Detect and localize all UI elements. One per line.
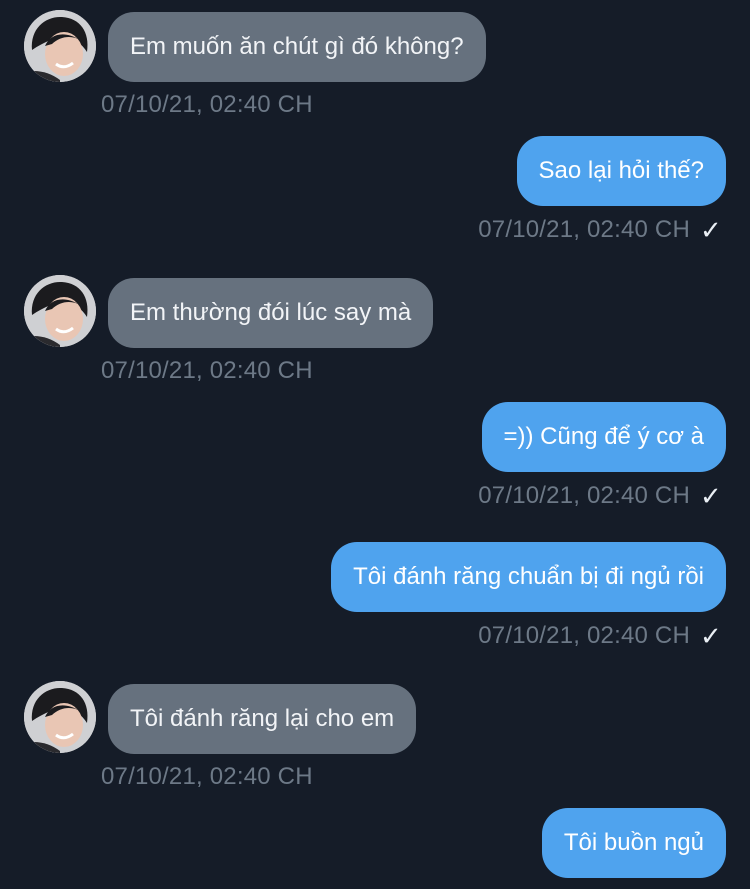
message-bubble-outgoing[interactable]: Sao lại hỏi thế? xyxy=(516,136,726,206)
check-icon: ✓ xyxy=(700,481,722,511)
check-icon: ✓ xyxy=(700,215,722,245)
message-meta: 07/10/21, 02:40 CH ✓ xyxy=(478,216,722,244)
message-bubble-outgoing[interactable]: Tôi đánh răng chuẩn bị đi ngủ rồi xyxy=(331,542,726,612)
message-timestamp: 07/10/21, 02:40 CH xyxy=(101,91,313,118)
message-text: Tôi đánh răng chuẩn bị đi ngủ rồi xyxy=(353,563,704,590)
message-timestamp: 07/10/21, 02:40 CH xyxy=(101,357,313,384)
message-bubble-incoming[interactable]: Tôi đánh răng lại cho em xyxy=(108,684,417,754)
message-bubble-incoming[interactable]: Em muốn ăn chút gì đó không? xyxy=(108,12,486,82)
message-text: =)) Cũng để ý cơ à xyxy=(503,423,705,450)
contact-avatar[interactable] xyxy=(24,275,96,347)
message-bubble-outgoing[interactable]: Tôi buồn ngủ xyxy=(541,808,726,878)
message-bubble-incoming[interactable]: Em thường đói lúc say mà xyxy=(108,278,434,348)
contact-avatar[interactable] xyxy=(24,10,96,82)
message-meta: 07/10/21, 02:40 CH ✓ xyxy=(478,622,722,650)
contact-avatar[interactable] xyxy=(24,681,96,753)
message-text: Sao lại hỏi thế? xyxy=(538,157,704,184)
message-text: Em thường đói lúc say mà xyxy=(130,299,412,326)
message-text: Tôi buồn ngủ xyxy=(563,829,704,856)
message-text: Em muốn ăn chút gì đó không? xyxy=(130,33,464,60)
message-bubble-outgoing[interactable]: =)) Cũng để ý cơ à xyxy=(481,402,726,472)
message-timestamp: 07/10/21, 02:40 CH xyxy=(478,622,690,649)
message-meta: 07/10/21, 02:40 CH ✓ xyxy=(478,482,722,510)
message-timestamp: 07/10/21, 02:40 CH xyxy=(478,482,690,509)
message-timestamp: 07/10/21, 02:40 CH xyxy=(101,763,313,790)
check-icon: ✓ xyxy=(700,621,722,651)
message-text: Tôi đánh răng lại cho em xyxy=(130,705,395,732)
message-timestamp: 07/10/21, 02:40 CH xyxy=(478,216,690,243)
